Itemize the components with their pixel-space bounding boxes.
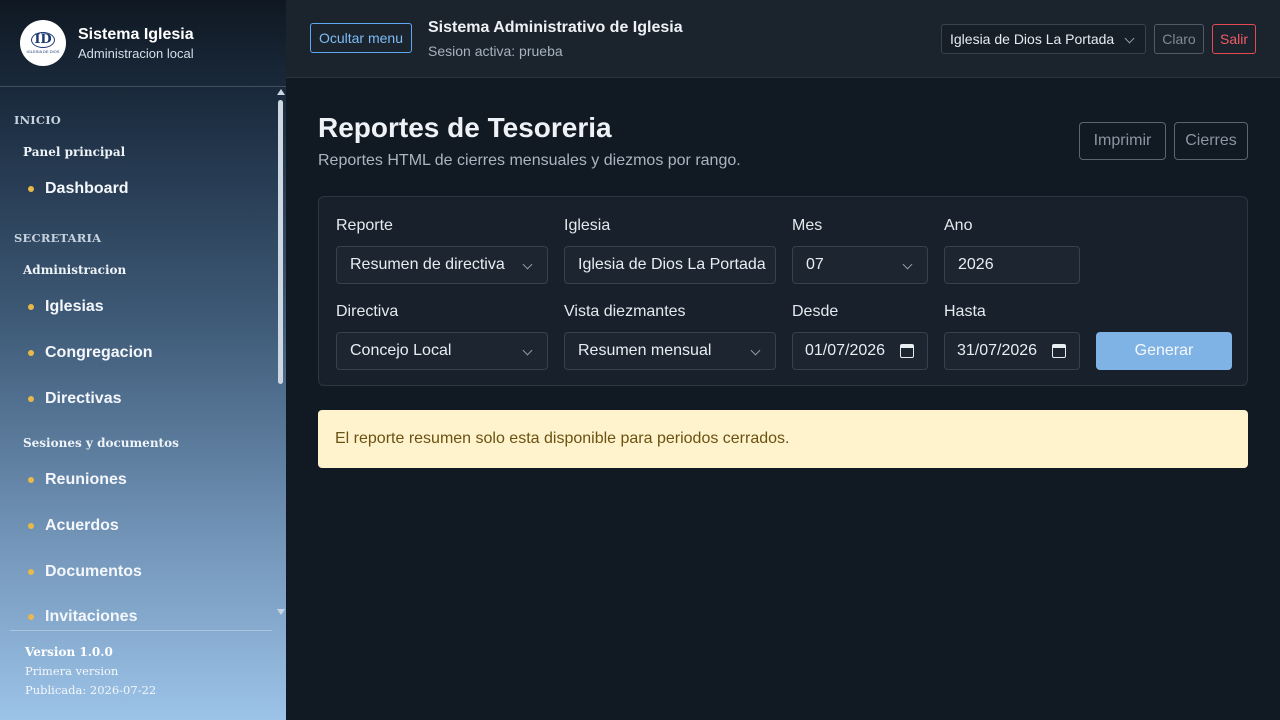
sidebar-nav: INICIO Panel principal Dashboard SECRETA… (0, 87, 276, 622)
tithers-view-select-value: Resumen mensual (578, 342, 712, 359)
sidebar-item-label: Dashboard (45, 180, 129, 197)
report-select-value: Resumen de directiva (350, 256, 505, 273)
from-date-label: Desde (792, 303, 839, 320)
session-status: Sesion activa: prueba (428, 43, 563, 59)
year-label: Ano (944, 217, 973, 234)
church-logo: ID IGLESIA DE DIOS (20, 20, 66, 66)
chevron-down-icon (902, 259, 913, 270)
sidebar-item-label: Congregacion (45, 344, 153, 361)
version-info: Version 1.0.0 Primera version Publicada:… (10, 630, 272, 697)
logo-text: IGLESIA DE DIOS (26, 49, 60, 54)
bullet-icon (28, 477, 34, 483)
tithers-view-label: Vista diezmantes (564, 303, 686, 320)
board-select-value: Concejo Local (350, 342, 452, 359)
brand-title: Sistema Iglesia (78, 25, 194, 43)
church-select[interactable]: Iglesia de Dios La Portada (941, 24, 1146, 54)
sidebar: ID IGLESIA DE DIOS Sistema Iglesia Admin… (0, 0, 286, 720)
year-input[interactable]: 2026 (944, 246, 1080, 284)
nav-group-sesiones-documentos: Sesiones y documentos (23, 436, 179, 450)
chevron-down-icon (522, 259, 533, 270)
bullet-icon (28, 569, 34, 575)
warning-message: El reporte resumen solo esta disponible … (335, 430, 790, 447)
to-date-value: 31/07/2026 (957, 342, 1038, 359)
closures-button[interactable]: Cierres (1174, 122, 1248, 160)
topbar: Ocultar menu Sistema Administrativo de I… (286, 0, 1280, 78)
report-filters: Reporte Resumen de directiva Iglesia Igl… (318, 196, 1248, 386)
to-date-input[interactable]: 31/07/2026 (944, 332, 1080, 370)
sidebar-item-iglesias[interactable]: Iglesias (28, 298, 104, 316)
month-label: Mes (792, 217, 823, 234)
bullet-icon (28, 186, 34, 192)
chevron-down-icon (750, 345, 761, 356)
sidebar-item-label: Acuerdos (45, 517, 119, 534)
from-date-value: 01/07/2026 (805, 342, 886, 359)
scroll-thumb[interactable] (278, 100, 283, 384)
calendar-icon[interactable] (900, 344, 914, 358)
sidebar-item-documentos[interactable]: Documentos (28, 563, 142, 581)
bullet-icon (28, 304, 34, 310)
church-select-value: Iglesia de Dios La Portada (950, 31, 1115, 47)
version-note: Primera version (25, 664, 119, 678)
calendar-icon[interactable] (1052, 344, 1066, 358)
sidebar-item-directivas[interactable]: Directivas (28, 390, 122, 408)
bullet-icon (28, 523, 34, 529)
bullet-icon (28, 350, 34, 356)
sidebar-item-invitaciones[interactable]: Invitaciones (28, 608, 137, 622)
report-select[interactable]: Resumen de directiva (336, 246, 548, 284)
toggle-menu-button[interactable]: Ocultar menu (310, 23, 412, 53)
month-select-value: 07 (806, 256, 824, 273)
nav-group-administracion: Administracion (23, 263, 127, 277)
sidebar-item-dashboard[interactable]: Dashboard (28, 180, 129, 198)
sidebar-item-label: Documentos (45, 563, 142, 580)
report-label: Reporte (336, 217, 393, 234)
nav-group-panel-principal: Panel principal (23, 145, 126, 159)
chevron-down-icon (522, 345, 533, 356)
board-select[interactable]: Concejo Local (336, 332, 548, 370)
tithers-view-select[interactable]: Resumen mensual (564, 332, 776, 370)
scroll-down-icon[interactable] (277, 609, 285, 615)
nav-section-inicio: INICIO (14, 113, 62, 127)
logout-button[interactable]: Salir (1212, 24, 1256, 54)
version-published: Publicada: 2026-07-22 (25, 683, 157, 697)
brand: ID IGLESIA DE DIOS Sistema Iglesia Admin… (0, 0, 286, 87)
sidebar-item-acuerdos[interactable]: Acuerdos (28, 517, 119, 535)
page-title: Reportes de Tesoreria (318, 112, 612, 143)
sidebar-item-label: Iglesias (45, 298, 104, 315)
church-field-value: Iglesia de Dios La Portada (578, 256, 766, 273)
sidebar-item-congregacion[interactable]: Congregacion (28, 344, 153, 362)
year-input-value: 2026 (958, 256, 994, 273)
print-button[interactable]: Imprimir (1079, 122, 1166, 160)
bullet-icon (28, 396, 34, 402)
theme-toggle-button[interactable]: Claro (1154, 24, 1204, 54)
app-title: Sistema Administrativo de Iglesia (428, 19, 683, 36)
logo-mark: ID (31, 32, 55, 48)
version-number: Version 1.0.0 (25, 645, 113, 659)
sidebar-item-reuniones[interactable]: Reuniones (28, 471, 127, 489)
month-select[interactable]: 07 (792, 246, 928, 284)
board-label: Directiva (336, 303, 399, 320)
scroll-up-icon[interactable] (277, 89, 285, 95)
sidebar-item-label: Reuniones (45, 471, 127, 488)
church-label: Iglesia (564, 217, 611, 234)
bullet-icon (28, 614, 34, 620)
nav-section-secretaria: SECRETARIA (14, 231, 102, 245)
generate-button[interactable]: Generar (1096, 332, 1232, 370)
chevron-down-icon (1124, 33, 1135, 44)
sidebar-scrollbar[interactable] (276, 87, 286, 622)
warning-alert: El reporte resumen solo esta disponible … (318, 410, 1248, 468)
page-subtitle: Reportes HTML de cierres mensuales y die… (318, 152, 741, 169)
church-field[interactable]: Iglesia de Dios La Portada (564, 246, 776, 284)
from-date-input[interactable]: 01/07/2026 (792, 332, 928, 370)
brand-subtitle: Administracion local (78, 45, 194, 61)
sidebar-item-label: Directivas (45, 390, 122, 407)
to-date-label: Hasta (944, 303, 986, 320)
sidebar-item-label: Invitaciones (45, 608, 138, 622)
